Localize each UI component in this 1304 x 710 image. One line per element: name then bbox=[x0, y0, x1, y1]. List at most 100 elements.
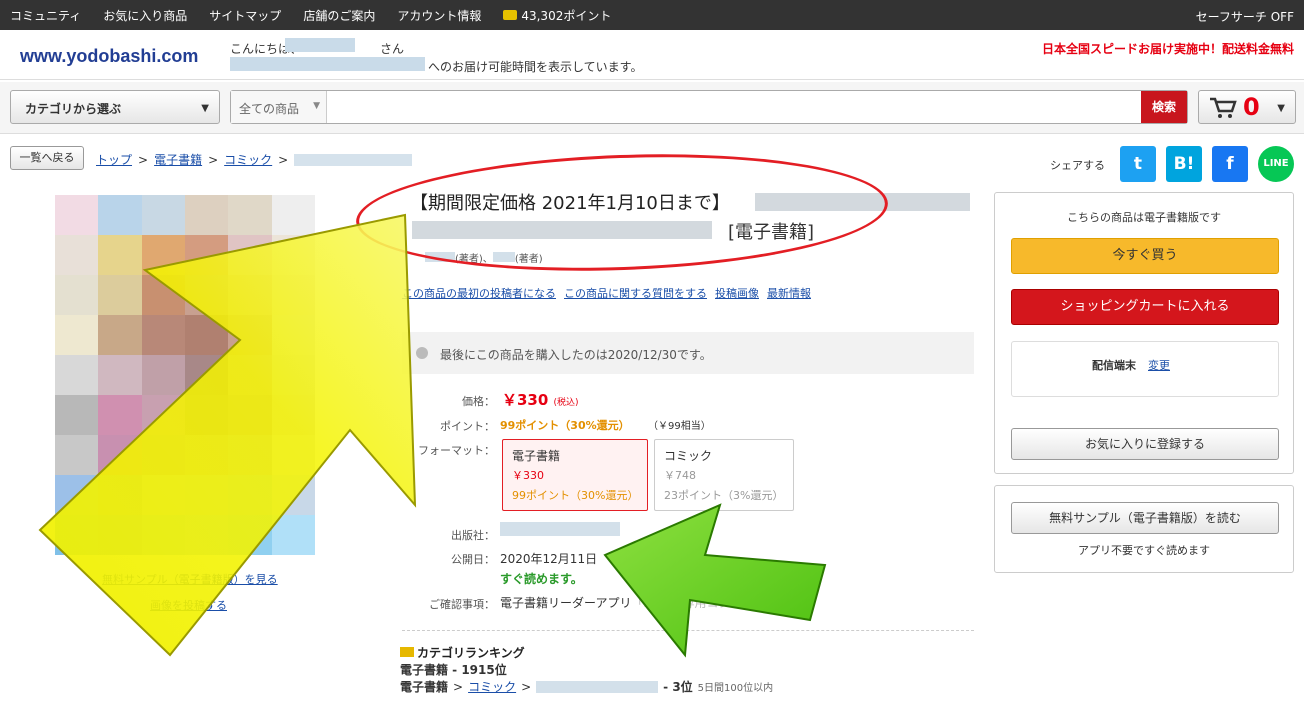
points-value: 43,302ポイント bbox=[521, 8, 612, 23]
buy-now-button[interactable]: 今すぐ買う bbox=[1011, 238, 1279, 274]
breadcrumb-sep: > bbox=[278, 152, 289, 167]
ranking-note: 5日間100位以内 bbox=[697, 683, 774, 694]
facebook-share-button[interactable]: f bbox=[1212, 146, 1248, 182]
last-purchase-text: 最後にこの商品を購入したのは2020/12/30です。 bbox=[440, 348, 712, 362]
ranking-position: - 3位 bbox=[663, 680, 693, 694]
twitter-share-button[interactable]: t bbox=[1120, 146, 1156, 182]
topbar-stores[interactable]: 店舗のご案内 bbox=[303, 7, 375, 24]
topbar-points[interactable]: 43,302ポイント bbox=[503, 7, 611, 24]
product-links: この商品の最初の投稿者になる この商品に関する質問をする 投稿画像 最新情報 bbox=[402, 285, 811, 301]
publisher-label: 出版社： bbox=[451, 529, 495, 542]
blurred-breadcrumb-title bbox=[294, 153, 413, 166]
topbar-favorites[interactable]: お気に入り商品 bbox=[103, 7, 187, 24]
topbar-community[interactable]: コミュニティ bbox=[10, 7, 81, 24]
format-point: 99ポイント（30%還元） bbox=[512, 489, 639, 502]
price-label: 価格： bbox=[462, 395, 495, 408]
format-price: ￥330 bbox=[512, 469, 544, 482]
search-row: カテゴリから選ぶ ▼ 全ての商品 ▼ 検索 0 ▼ bbox=[0, 82, 1304, 134]
notes-main: 電子書籍リーダーアプリ bbox=[500, 596, 632, 610]
point-equivalent: （￥99相当） bbox=[648, 421, 711, 432]
view-sample-link[interactable]: 無料サンプル（電子書籍版）を見る bbox=[102, 571, 278, 587]
notes-text: 電子書籍リーダーアプリ「Doly」専用コンテンツ bbox=[500, 594, 767, 611]
twitter-icon: t bbox=[1133, 154, 1143, 174]
breadcrumb-ebooks[interactable]: 電子書籍 bbox=[154, 151, 202, 168]
search-button[interactable]: 検索 bbox=[1141, 91, 1187, 123]
hatena-share-button[interactable]: B! bbox=[1166, 146, 1202, 182]
green-arrow-icon bbox=[603, 503, 827, 658]
notes-faded: 「Doly」専用コンテンツ bbox=[631, 596, 767, 610]
search-scope-select[interactable]: 全ての商品 ▼ bbox=[231, 91, 327, 123]
safe-search-toggle[interactable]: セーフサーチ OFF bbox=[1196, 8, 1294, 25]
ranking-line-1: 電子書籍 - 1915位 bbox=[400, 663, 507, 677]
info-icon bbox=[416, 347, 428, 359]
blurred-ranking-category bbox=[536, 680, 659, 693]
chevron-down-icon: ▼ bbox=[201, 103, 209, 114]
format-name: コミック bbox=[664, 449, 713, 463]
blurred-username bbox=[285, 38, 355, 52]
price-amount: ￥330 bbox=[502, 391, 549, 409]
greeting-suffix: さん bbox=[380, 42, 405, 56]
format-price: ￥748 bbox=[664, 469, 696, 482]
facebook-icon: f bbox=[1226, 154, 1234, 174]
release-label: 公開日： bbox=[451, 553, 495, 566]
blurred-address bbox=[230, 57, 425, 71]
device-label: 配信端末 bbox=[1092, 359, 1136, 372]
format-label: フォーマット： bbox=[418, 444, 495, 457]
search-box: 全ての商品 ▼ 検索 bbox=[230, 90, 1188, 124]
delivery-text: へのお届け可能時間を表示しています。 bbox=[428, 60, 643, 74]
first-review-link[interactable]: この商品の最初の投稿者になる bbox=[402, 285, 556, 301]
blurred-publisher bbox=[500, 522, 620, 536]
breadcrumb-comic[interactable]: コミック bbox=[224, 151, 272, 168]
cart-count: 0 bbox=[1243, 93, 1260, 121]
ebook-notice: こちらの商品は電子書籍版です bbox=[1067, 211, 1221, 224]
format-point: 23ポイント（3%還元） bbox=[664, 489, 784, 502]
release-date: 2020年12月11日 bbox=[500, 552, 598, 566]
crown-icon bbox=[400, 647, 414, 657]
format-name: 電子書籍 bbox=[512, 449, 561, 463]
delivery-device: 配信端末 変更 bbox=[1011, 341, 1279, 397]
notes-label: ご確認事項： bbox=[429, 598, 495, 611]
top-bar: コミュニティ お気に入り商品 サイトマップ 店舗のご案内 アカウント情報 43,… bbox=[0, 0, 1304, 30]
topbar-sitemap[interactable]: サイトマップ bbox=[209, 7, 281, 24]
posted-images-link[interactable]: 投稿画像 bbox=[715, 285, 759, 301]
site-logo[interactable]: www.yodobashi.com bbox=[20, 46, 198, 67]
ranking-line-2: 電子書籍 > コミック > - 3位 5日間100位以内 bbox=[400, 678, 773, 695]
points-card-icon bbox=[503, 10, 518, 20]
add-favorite-button[interactable]: お気に入りに登録する bbox=[1011, 428, 1279, 460]
breadcrumb: トップ > 電子書籍 > コミック > bbox=[96, 151, 413, 168]
search-scope-label: 全ての商品 bbox=[239, 102, 300, 116]
product-image[interactable] bbox=[55, 195, 315, 555]
breadcrumb-top[interactable]: トップ bbox=[96, 151, 132, 168]
point-value: 99ポイント（30%還元） bbox=[500, 419, 630, 432]
buy-box: こちらの商品は電子書籍版です 今すぐ買う ショッピングカートに入れる 配信端末変… bbox=[994, 192, 1294, 474]
highlight-ellipse bbox=[354, 145, 890, 280]
ranking-comic-link[interactable]: コミック bbox=[468, 678, 516, 695]
line-share-button[interactable]: LINE bbox=[1258, 146, 1294, 182]
breadcrumb-sep: > bbox=[138, 152, 149, 167]
share-label: シェアする bbox=[1050, 159, 1105, 172]
breadcrumb-sep: > bbox=[208, 152, 219, 167]
read-sample-button[interactable]: 無料サンプル（電子書籍版）を読む bbox=[1011, 502, 1279, 534]
category-ranking-title: カテゴリランキング bbox=[400, 644, 525, 661]
sample-note: アプリ不要ですぐ読めます bbox=[1078, 544, 1210, 557]
latest-info-link[interactable]: 最新情報 bbox=[767, 285, 811, 301]
format-ebook-option[interactable]: 電子書籍 ￥330 99ポイント（30%還元） bbox=[502, 439, 648, 511]
site-header: www.yodobashi.com こんにちは、 さん へのお届け可能時間を表示… bbox=[0, 30, 1304, 80]
category-select-label: カテゴリから選ぶ bbox=[25, 102, 122, 116]
cart-button[interactable]: 0 ▼ bbox=[1198, 90, 1296, 124]
promo-banner[interactable]: 日本全国スピードお届け実施中！配送料金無料 bbox=[1042, 40, 1294, 57]
category-select[interactable]: カテゴリから選ぶ ▼ bbox=[10, 90, 220, 124]
topbar-account[interactable]: アカウント情報 bbox=[397, 7, 481, 24]
add-to-cart-button[interactable]: ショッピングカートに入れる bbox=[1011, 289, 1279, 325]
format-comic-option[interactable]: コミック ￥748 23ポイント（3%還元） bbox=[654, 439, 794, 511]
post-image-link[interactable]: 画像を投稿する bbox=[150, 597, 227, 613]
chevron-down-icon: ▼ bbox=[313, 101, 320, 111]
divider bbox=[402, 630, 974, 631]
ranking-sep: > bbox=[453, 679, 464, 694]
point-label: ポイント： bbox=[440, 420, 495, 433]
device-change-link[interactable]: 変更 bbox=[1148, 359, 1170, 372]
back-to-list-button[interactable]: 一覧へ戻る bbox=[10, 146, 84, 170]
ranking-category: 電子書籍 bbox=[400, 680, 449, 694]
ask-question-link[interactable]: この商品に関する質問をする bbox=[564, 285, 707, 301]
availability-text: すぐ読めます。 bbox=[500, 572, 583, 586]
